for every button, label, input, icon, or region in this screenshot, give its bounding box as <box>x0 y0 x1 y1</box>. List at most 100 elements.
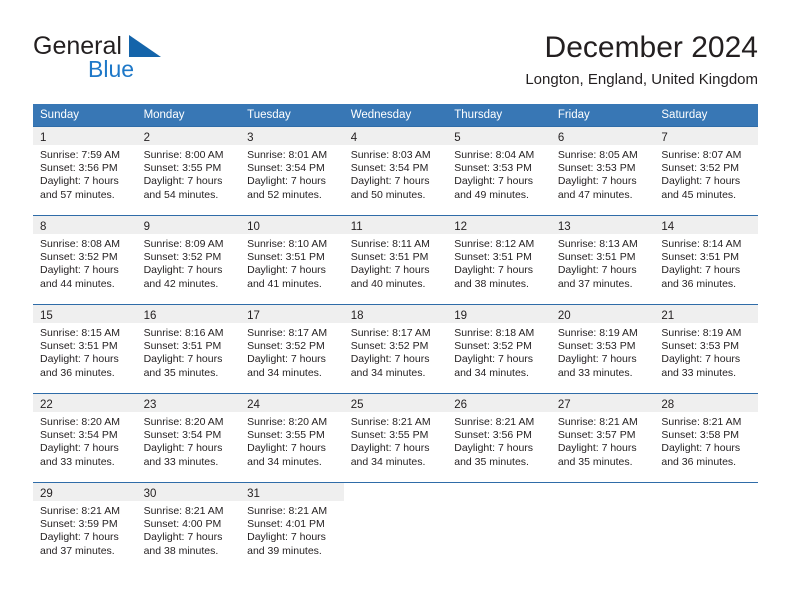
day-cell[interactable]: 5 Sunrise: 8:04 AM Sunset: 3:53 PM Daylight… <box>447 126 551 215</box>
day-number-band: 7 <box>654 127 758 145</box>
day-details: Sunrise: 8:07 AM Sunset: 3:52 PM Daylight:… <box>654 145 758 202</box>
daylight-text-line2: and 42 minutes. <box>143 277 219 290</box>
sunset-text: Sunset: 3:57 PM <box>557 429 636 442</box>
sunrise-text: Sunrise: 8:20 AM <box>247 416 328 428</box>
day-number: 8 <box>40 221 47 233</box>
day-cell[interactable]: 7 Sunrise: 8:07 AM Sunset: 3:52 PM Daylight… <box>654 126 758 215</box>
day-cell[interactable]: 25 Sunrise: 8:21 AM Sunset: 3:55 PM Dayligh… <box>343 393 448 482</box>
daylight-text-line2: and 54 minutes. <box>143 188 219 201</box>
calendar-cell: 11 Sunrise: 8:11 AM Sunset: 3:51 PM Dayligh… <box>343 215 448 304</box>
day-details: Sunrise: 8:05 AM Sunset: 3:53 PM Daylight:… <box>551 145 655 202</box>
day-cell[interactable]: 6 Sunrise: 8:05 AM Sunset: 3:53 PM Daylight… <box>550 126 655 215</box>
day-cell[interactable]: 15 Sunrise: 8:15 AM Sunset: 3:51 PM Dayligh… <box>33 304 137 393</box>
day-number-band: 1 <box>33 127 137 145</box>
daylight-text-line2: and 47 minutes. <box>557 188 633 201</box>
day-details: Sunrise: 8:12 AM Sunset: 3:51 PM Daylight:… <box>447 234 551 291</box>
day-details: Sunrise: 8:18 AM Sunset: 3:52 PM Daylight:… <box>447 323 551 380</box>
day-number: 22 <box>40 399 53 411</box>
day-number: 31 <box>247 488 260 500</box>
calendar-body: 1 Sunrise: 7:59 AM Sunset: 3:56 PM Daylight… <box>33 126 758 571</box>
day-number-band: 4 <box>343 127 448 145</box>
triangle-logo-icon <box>129 35 161 57</box>
day-number: 18 <box>350 310 364 322</box>
daylight-text-line2: and 44 minutes. <box>40 277 115 290</box>
day-cell[interactable]: 14 Sunrise: 8:14 AM Sunset: 3:51 PM Dayligh… <box>654 215 758 304</box>
day-details: Sunrise: 8:20 AM Sunset: 3:54 PM Daylight:… <box>33 412 137 469</box>
day-cell[interactable]: 3 Sunrise: 8:01 AM Sunset: 3:54 PM Daylight… <box>240 126 344 215</box>
day-number: 24 <box>247 399 260 411</box>
sunrise-text: Sunrise: 8:08 AM <box>40 238 120 250</box>
day-cell[interactable]: 2 Sunrise: 8:00 AM Sunset: 3:55 PM Daylight… <box>136 126 241 215</box>
daylight-text-line1: Daylight: 7 hours <box>40 175 119 188</box>
sunrise-text: Sunrise: 8:21 AM <box>40 505 120 517</box>
day-cell[interactable]: 27 Sunrise: 8:21 AM Sunset: 3:57 PM Dayligh… <box>550 393 655 482</box>
day-cell[interactable]: 19 Sunrise: 8:18 AM Sunset: 3:52 PM Dayligh… <box>447 304 551 393</box>
calendar-cell: 25 Sunrise: 8:21 AM Sunset: 3:55 PM Dayligh… <box>343 393 448 482</box>
daylight-text-line1: Daylight: 7 hours <box>557 175 637 188</box>
daylight-text-line1: Daylight: 7 hours <box>454 175 534 188</box>
weekday-header-sunday: Sunday <box>33 104 137 126</box>
daylight-text-line1: Daylight: 7 hours <box>661 353 741 366</box>
brand-logo[interactable]: General Blue <box>33 30 253 92</box>
sunset-text: Sunset: 3:58 PM <box>661 429 740 442</box>
weekday-header-row: Sunday Monday Tuesday Wednesday Thursday… <box>33 104 758 126</box>
title-block: December 2024 Longton, England, United K… <box>525 30 758 91</box>
sunset-text: Sunset: 4:00 PM <box>143 518 222 531</box>
calendar-cell: 4 Sunrise: 8:03 AM Sunset: 3:54 PM Daylight… <box>343 126 448 215</box>
day-cell[interactable]: 21 Sunrise: 8:19 AM Sunset: 3:53 PM Dayligh… <box>654 304 758 393</box>
day-cell[interactable]: 24 Sunrise: 8:20 AM Sunset: 3:55 PM Dayligh… <box>240 393 344 482</box>
calendar-week-row: 1 Sunrise: 7:59 AM Sunset: 3:56 PM Daylight… <box>33 126 758 215</box>
day-cell[interactable]: 22 Sunrise: 8:20 AM Sunset: 3:54 PM Dayligh… <box>33 393 137 482</box>
calendar-cell: 27 Sunrise: 8:21 AM Sunset: 3:57 PM Dayligh… <box>550 393 655 482</box>
day-cell[interactable]: 23 Sunrise: 8:20 AM Sunset: 3:54 PM Dayligh… <box>136 393 241 482</box>
sunset-text: Sunset: 3:54 PM <box>143 429 222 442</box>
sunrise-text: Sunrise: 8:15 AM <box>40 327 120 339</box>
day-details: Sunrise: 8:04 AM Sunset: 3:53 PM Daylight:… <box>447 145 551 202</box>
daylight-text-line2: and 50 minutes. <box>350 188 426 201</box>
daylight-text-line2: and 36 minutes. <box>661 455 737 468</box>
day-cell[interactable]: 29 Sunrise: 8:21 AM Sunset: 3:59 PM Dayligh… <box>33 482 137 571</box>
calendar-cell: 20 Sunrise: 8:19 AM Sunset: 3:53 PM Dayligh… <box>550 304 655 393</box>
daylight-text-line1: Daylight: 7 hours <box>350 442 430 455</box>
daylight-text-line1: Daylight: 7 hours <box>143 442 223 455</box>
sunset-text: Sunset: 3:52 PM <box>247 340 325 353</box>
sunset-text: Sunset: 3:53 PM <box>661 340 740 353</box>
daylight-text-line2: and 35 minutes. <box>143 366 219 379</box>
day-number-band: 24 <box>240 394 344 412</box>
day-cell[interactable]: 18 Sunrise: 8:17 AM Sunset: 3:52 PM Dayligh… <box>343 304 448 393</box>
day-cell[interactable]: 8 Sunrise: 8:08 AM Sunset: 3:52 PM Daylight… <box>33 215 137 304</box>
day-cell[interactable]: 4 Sunrise: 8:03 AM Sunset: 3:54 PM Daylight… <box>343 126 448 215</box>
sunset-text: Sunset: 3:59 PM <box>40 518 118 531</box>
daylight-text-line2: and 35 minutes. <box>557 455 633 468</box>
day-cell[interactable]: 1 Sunrise: 7:59 AM Sunset: 3:56 PM Daylight… <box>33 126 137 215</box>
sunrise-text: Sunrise: 8:17 AM <box>350 327 431 339</box>
day-cell[interactable]: 17 Sunrise: 8:17 AM Sunset: 3:52 PM Dayligh… <box>240 304 344 393</box>
day-cell[interactable]: 31 Sunrise: 8:21 AM Sunset: 4:01 PM Dayligh… <box>240 482 344 571</box>
sunset-text: Sunset: 3:55 PM <box>247 429 325 442</box>
daylight-text-line2: and 33 minutes. <box>40 455 115 468</box>
day-cell[interactable]: 16 Sunrise: 8:16 AM Sunset: 3:51 PM Dayligh… <box>136 304 241 393</box>
day-cell[interactable]: 28 Sunrise: 8:21 AM Sunset: 3:58 PM Dayligh… <box>654 393 758 482</box>
daylight-text-line1: Daylight: 7 hours <box>454 442 534 455</box>
day-cell[interactable]: 20 Sunrise: 8:19 AM Sunset: 3:53 PM Dayligh… <box>550 304 655 393</box>
day-cell[interactable]: 30 Sunrise: 8:21 AM Sunset: 4:00 PM Dayligh… <box>136 482 241 571</box>
day-cell[interactable]: 26 Sunrise: 8:21 AM Sunset: 3:56 PM Dayligh… <box>447 393 551 482</box>
day-cell[interactable]: 9 Sunrise: 8:09 AM Sunset: 3:52 PM Daylight… <box>136 215 241 304</box>
page-header: General Blue December 2024 Longton, Engl… <box>33 30 758 98</box>
day-details: Sunrise: 8:17 AM Sunset: 3:52 PM Daylight:… <box>240 323 344 380</box>
day-cell[interactable]: 11 Sunrise: 8:11 AM Sunset: 3:51 PM Dayligh… <box>343 215 448 304</box>
sunrise-text: Sunrise: 8:12 AM <box>454 238 535 250</box>
day-number-band: 29 <box>33 483 137 501</box>
day-cell[interactable]: 10 Sunrise: 8:10 AM Sunset: 3:51 PM Dayligh… <box>240 215 344 304</box>
sunset-text: Sunset: 3:51 PM <box>454 251 532 264</box>
calendar-cell: 17 Sunrise: 8:17 AM Sunset: 3:52 PM Dayligh… <box>240 304 344 393</box>
sunset-text: Sunset: 3:55 PM <box>350 429 429 442</box>
day-number: 25 <box>350 399 364 411</box>
daylight-text-line2: and 34 minutes. <box>247 455 322 468</box>
day-cell[interactable]: 12 Sunrise: 8:12 AM Sunset: 3:51 PM Dayligh… <box>447 215 551 304</box>
daylight-text-line1: Daylight: 7 hours <box>350 175 430 188</box>
day-number: 3 <box>247 132 254 144</box>
day-details: Sunrise: 8:17 AM Sunset: 3:52 PM Daylight:… <box>344 323 448 380</box>
day-cell[interactable]: 13 Sunrise: 8:13 AM Sunset: 3:51 PM Dayligh… <box>550 215 655 304</box>
daylight-text-line2: and 34 minutes. <box>247 366 322 379</box>
